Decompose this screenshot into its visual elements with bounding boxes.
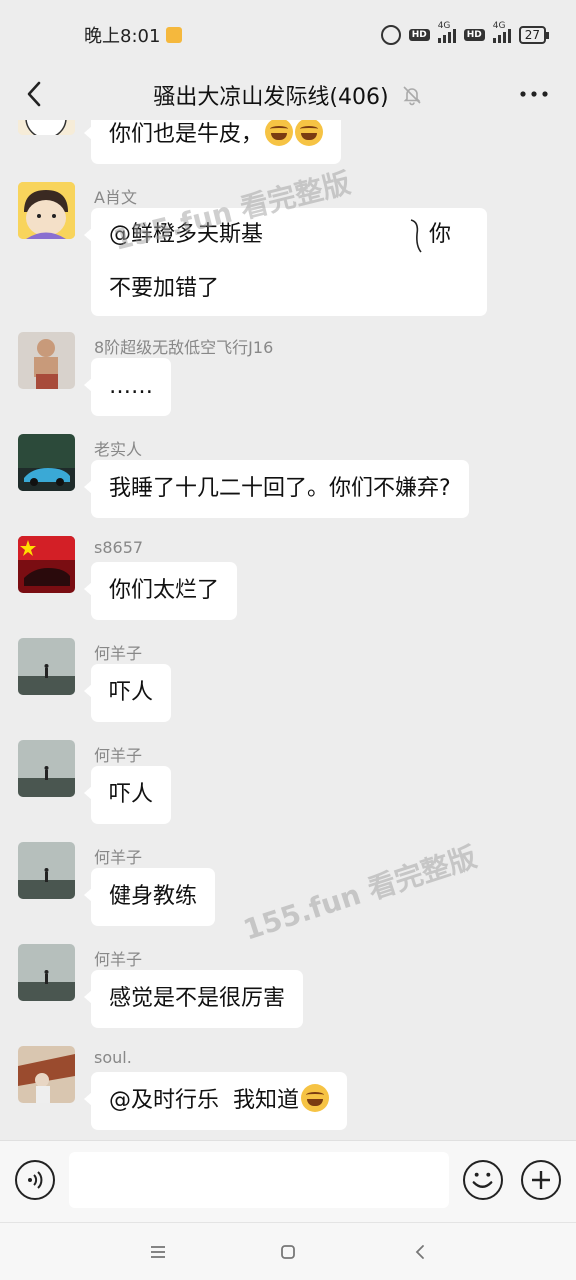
menu-button[interactable] <box>145 1239 171 1265</box>
back-button[interactable] <box>16 76 52 112</box>
message-bubble[interactable]: 健身教练 <box>83 868 216 926</box>
voice-button[interactable] <box>15 1160 55 1200</box>
laughing-crying-emoji-icon <box>301 1084 329 1112</box>
sender-name: 何羊子 <box>94 848 143 867</box>
message-text: 感觉是不是很厉害 <box>109 986 286 1011</box>
status-right: HD 4G HD 4G 27 <box>380 21 550 45</box>
avatar-image <box>18 120 75 135</box>
avatar[interactable] <box>18 536 75 593</box>
alarm-icon <box>380 25 401 45</box>
emoji-button[interactable] <box>463 1160 503 1200</box>
title-wrap: 骚出大凉山发际线(406) <box>153 79 422 111</box>
sender-name: 何羊子 <box>94 950 143 969</box>
message-bubble[interactable]: 你们太烂了 <box>83 562 238 620</box>
status-bar: 晚上8:01 HD 4G HD 4G 27 <box>0 0 576 70</box>
sender-name: 何羊子 <box>94 746 143 765</box>
more-button[interactable] <box>516 76 552 112</box>
hd-badge: HD <box>408 29 430 41</box>
sender-name: soul. <box>94 1048 132 1067</box>
message-bubble[interactable]: 我睡了十几二十回了。你们不嫌弃? <box>84 460 469 518</box>
signal-icon-2: 4G <box>492 21 511 43</box>
message-text: 你们太烂了 <box>109 578 220 603</box>
message-text-tail: 你 <box>429 222 452 247</box>
status-time: 晚上8:01 <box>84 26 161 47</box>
message-text: 吓人 <box>109 680 154 705</box>
sender-name: 8阶超级无敌低空飞行J16 <box>94 338 274 357</box>
message-bubble[interactable]: @及时行乐 我知道 <box>84 1072 347 1130</box>
add-attachment-button[interactable] <box>521 1160 561 1200</box>
network-label-2: 4G <box>492 21 506 31</box>
avatar[interactable] <box>18 842 75 899</box>
chevron-left-icon <box>27 81 41 107</box>
message-text: @及时行乐 我知道 <box>109 1088 299 1113</box>
avatar[interactable] <box>18 944 75 1001</box>
message-line: @鲜橙多夫斯基 你 <box>109 219 469 253</box>
battery-indicator: 27 <box>518 26 550 44</box>
avatar-image <box>18 842 75 899</box>
message-text: 不要加错了 <box>109 276 220 301</box>
message-bubble[interactable]: 吓人 <box>83 664 172 722</box>
avatar-image <box>18 434 75 491</box>
avatar[interactable] <box>18 120 75 135</box>
chevron-left-icon <box>415 1245 424 1259</box>
avatar-image <box>18 536 75 593</box>
avatar[interactable] <box>18 434 75 491</box>
bell-off-icon <box>403 86 421 106</box>
avatar[interactable] <box>18 332 75 389</box>
avatar-image <box>18 332 75 389</box>
avatar-image <box>18 638 75 695</box>
home-button[interactable] <box>275 1239 301 1265</box>
signal-icon: 4G <box>437 21 456 43</box>
message-bubble[interactable]: 感觉是不是很厉害 <box>83 970 304 1028</box>
laughing-crying-emoji-icon <box>295 120 324 146</box>
avatar-image <box>18 1046 75 1103</box>
hd-badge-2: HD <box>463 29 485 41</box>
menu-icon <box>151 1246 165 1258</box>
chat-title: 骚出大凉山发际线(406) <box>153 85 389 110</box>
avatar-image <box>18 182 75 239</box>
laughing-crying-emoji-icon <box>265 120 294 146</box>
message-input[interactable] <box>69 1152 449 1208</box>
avatar-image <box>18 740 75 797</box>
sender-name: 老实人 <box>94 440 143 459</box>
message-text: 健身教练 <box>109 884 198 909</box>
smiley-icon <box>472 1172 493 1188</box>
sender-name: A肖文 <box>94 188 137 207</box>
avatar[interactable] <box>18 1046 75 1103</box>
message-text: 我睡了十几二十回了。你们不嫌弃? <box>109 476 451 501</box>
more-horizontal-icon <box>520 91 548 97</box>
message-bubble[interactable]: @鲜橙多夫斯基 你 不要加错了 <box>84 208 487 316</box>
message-bubble[interactable]: …… <box>84 358 171 416</box>
message-list[interactable]: 你们也是牛皮， A肖文 @鲜橙多夫斯基 你 不要加错了 8阶超级无敌低空飞行J1… <box>0 120 576 1140</box>
system-nav-bar <box>0 1222 576 1280</box>
message-bubble[interactable]: 你们也是牛皮， <box>83 120 342 164</box>
stroke-mark-icon <box>410 219 422 253</box>
notification-icon <box>166 27 183 43</box>
sender-name: 何羊子 <box>94 644 143 663</box>
message-bubble[interactable]: 吓人 <box>83 766 172 824</box>
nav-back-button[interactable] <box>407 1239 433 1265</box>
avatar[interactable] <box>18 638 75 695</box>
avatar-image <box>18 944 75 1001</box>
title-bar: 骚出大凉山发际线(406) <box>0 70 576 120</box>
plus-icon <box>532 1171 550 1189</box>
avatar[interactable] <box>18 740 75 797</box>
watermark: 155.fun 看完整版 <box>239 840 481 947</box>
home-square-icon <box>281 1245 295 1259</box>
message-text: 你们也是牛皮， <box>109 122 264 147</box>
voice-icon <box>28 1171 43 1189</box>
message-text: …… <box>109 374 153 399</box>
message-text: 吓人 <box>109 782 154 807</box>
status-left: 晚上8:01 <box>84 22 183 48</box>
sender-name: s8657 <box>94 538 144 557</box>
input-bar <box>0 1140 576 1222</box>
network-label: 4G <box>437 21 451 31</box>
avatar[interactable] <box>18 182 75 239</box>
message-text: @鲜橙多夫斯基 <box>109 222 264 247</box>
